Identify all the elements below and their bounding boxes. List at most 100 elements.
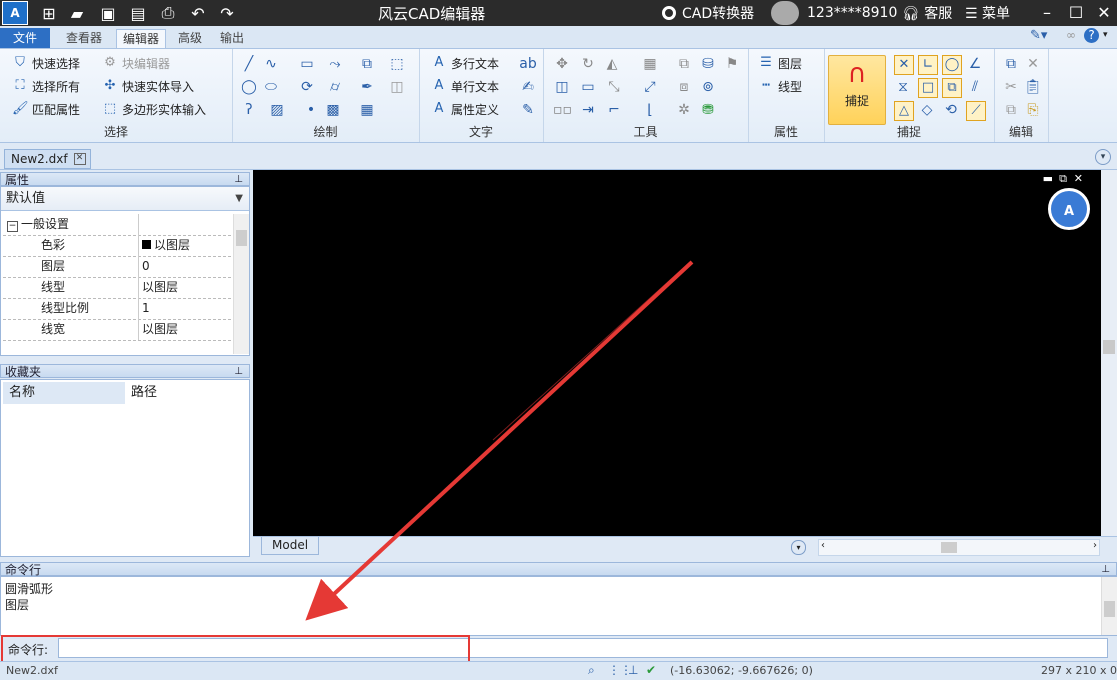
paste-special-icon[interactable]: ⎘ (1024, 101, 1042, 119)
scroll-left-icon[interactable]: ‹ (821, 540, 825, 551)
tab-viewer[interactable]: 查看器 (60, 29, 108, 47)
snap-quadrant-icon[interactable]: ◇ (918, 101, 936, 119)
rotate-icon[interactable]: ↻ (579, 55, 597, 73)
rectangle-icon[interactable]: ▭ (298, 55, 316, 73)
model-tab[interactable]: Model (261, 537, 320, 555)
properties-scrollbar[interactable] (233, 214, 249, 354)
snap-button[interactable]: ∩ 捕捉 (828, 55, 886, 125)
property-row-linetype-scale[interactable]: 线型比例 1 (3, 298, 231, 320)
undo-icon[interactable]: ↶ (187, 3, 209, 23)
line-icon[interactable]: ╱ (240, 55, 258, 73)
save-icon[interactable]: ▣ (97, 3, 119, 23)
copy-base-icon[interactable]: ⧉ (1002, 101, 1020, 119)
translate-icon[interactable]: A (1048, 188, 1090, 230)
pin-icon[interactable]: ⊥ (1101, 563, 1110, 577)
polyline-icon[interactable]: ∿ (262, 55, 280, 73)
array-icon[interactable]: ▦ (641, 55, 659, 73)
ortho-toggle-icon[interactable]: ⊥ (628, 663, 638, 677)
delete-icon[interactable]: ✕ (1024, 55, 1042, 73)
copy-clip-icon[interactable]: ⧉ (1002, 55, 1020, 73)
cad-converter-link[interactable]: CAD转换器 (662, 3, 754, 23)
close-document-icon[interactable]: ✕ (73, 153, 86, 165)
help-icon[interactable]: ? (1084, 28, 1099, 43)
layout-dropdown-icon[interactable]: ▾ (791, 540, 806, 555)
tab-output[interactable]: 输出 (214, 29, 250, 47)
spline-icon[interactable]: ⤳ (326, 55, 344, 73)
block-icon[interactable]: ⛁ (699, 55, 717, 73)
help-dropdown-icon[interactable]: ▾ (1103, 30, 1108, 40)
quick-select-button[interactable]: ⛉ 快速选择 (12, 53, 80, 73)
table-icon[interactable]: ▦ (358, 101, 376, 119)
break-icon[interactable]: ▫▫ (553, 101, 572, 119)
text-style-icon[interactable]: ab (519, 55, 537, 73)
viewport-restore-icon[interactable]: ⧉ (1059, 172, 1067, 186)
hatch-icon[interactable]: ▨ (268, 101, 286, 119)
minimize-button[interactable]: – (1034, 1, 1060, 23)
snap-intersection-icon[interactable]: ⧖ (894, 78, 912, 96)
revision-cloud-icon[interactable]: ʔ (240, 101, 258, 119)
snap-tangent-icon[interactable]: ∠ (966, 55, 984, 73)
wipeout-icon[interactable]: ◫ (388, 78, 406, 96)
new-file-icon[interactable]: ⊞ (38, 3, 60, 23)
flag-icon[interactable]: ⚑ (723, 55, 741, 73)
viewport-close-icon[interactable]: ✕ (1074, 172, 1083, 185)
snap-center-icon[interactable]: ◯ (942, 55, 962, 75)
explode-icon[interactable]: ✲ (675, 101, 693, 119)
fillet-icon[interactable]: ⌐ (605, 101, 623, 119)
mtext-button[interactable]: A 多行文本 (431, 53, 499, 73)
redo-icon[interactable]: ↷ (216, 3, 238, 23)
block-editor-button[interactable]: ⚙ 块编辑器 (102, 53, 170, 73)
ungroup-icon[interactable]: ⊚ (699, 78, 717, 96)
tab-advanced[interactable]: 高级 (172, 29, 208, 47)
open-folder-icon[interactable]: ▰ (66, 3, 88, 23)
text-pen-icon[interactable]: ✎ (519, 101, 537, 119)
drawing-canvas[interactable]: ▬ ⧉ ✕ A (253, 170, 1101, 536)
image-icon[interactable]: ▩ (324, 101, 342, 119)
property-row-layer[interactable]: 图层 0 (3, 256, 231, 278)
viewport-minimize-icon[interactable]: ▬ (1043, 172, 1053, 185)
match-props-button[interactable]: 🖌︎ 匹配属性 (12, 99, 80, 119)
tab-editor[interactable]: 编辑器 (116, 29, 167, 48)
block-insert-icon[interactable]: ⧉ (358, 55, 376, 73)
main-menu-button[interactable]: ☰ 菜单 (965, 3, 1010, 23)
snap-parallel-icon[interactable]: ⫽ (966, 78, 984, 96)
property-row-linetype[interactable]: 线型 以图层 (3, 277, 231, 299)
extend-icon[interactable]: ▭ (579, 78, 597, 96)
chamfer-icon[interactable]: ⌊ (641, 101, 659, 119)
join-icon[interactable]: ⇥ (579, 101, 597, 119)
snap-endpoint-icon[interactable]: ✕ (894, 55, 914, 75)
tab-file[interactable]: 文件 (0, 28, 50, 48)
property-row-lineweight[interactable]: 线宽 以图层 (3, 319, 231, 341)
linetype-button[interactable]: ┅ 线型 (758, 76, 802, 96)
scale-icon[interactable]: ⤢ (641, 78, 659, 96)
print-icon[interactable]: ⎙ (157, 3, 179, 23)
cut-icon[interactable]: ✂ (1002, 78, 1020, 96)
polar-toggle-icon[interactable]: ✔ (646, 663, 656, 677)
pin-icon[interactable]: ⊥ (234, 365, 243, 379)
snap-nearest-icon[interactable]: ⟲ (942, 101, 960, 119)
arc-icon[interactable]: ⟳ (298, 78, 316, 96)
snap-node-icon[interactable]: ⟋ (966, 101, 986, 121)
document-tab[interactable]: New2.dxf ✕ (4, 149, 91, 169)
property-row-color[interactable]: 色彩 以图层 (3, 235, 231, 257)
cylinder-icon[interactable]: ⌭ (326, 78, 344, 96)
user-account[interactable]: 123****8910 (771, 1, 897, 25)
snap-perpendicular-icon[interactable]: ∟ (918, 55, 938, 75)
document-list-dropdown[interactable]: ▾ (1095, 149, 1111, 165)
pen-icon[interactable]: ✒ (358, 78, 376, 96)
stretch-icon[interactable]: ⤡ (605, 78, 623, 96)
save-as-icon[interactable]: ▤ (127, 3, 149, 23)
pin-icon[interactable]: ⊥ (234, 173, 243, 187)
close-button[interactable]: ✕ (1091, 1, 1117, 23)
measure-icon[interactable]: ⛃ (699, 101, 717, 119)
ellipse-icon[interactable]: ⬭ (262, 78, 280, 96)
select-all-button[interactable]: ⛶ 选择所有 (12, 76, 80, 96)
move-icon[interactable]: ✥ (553, 55, 571, 73)
polygon-entity-input-button[interactable]: ⬚ 多边形实体输入 (102, 99, 206, 119)
attdef-button[interactable]: A 属性定义 (431, 99, 499, 119)
property-group-row[interactable]: − 一般设置 (3, 214, 231, 236)
drawn-line[interactable] (492, 261, 691, 441)
text-edit-icon[interactable]: ✍ (519, 78, 537, 96)
quick-entity-import-button[interactable]: ✣ 快速实体导入 (102, 76, 194, 96)
support-link[interactable]: 🎧︎ 客服 (902, 3, 952, 23)
